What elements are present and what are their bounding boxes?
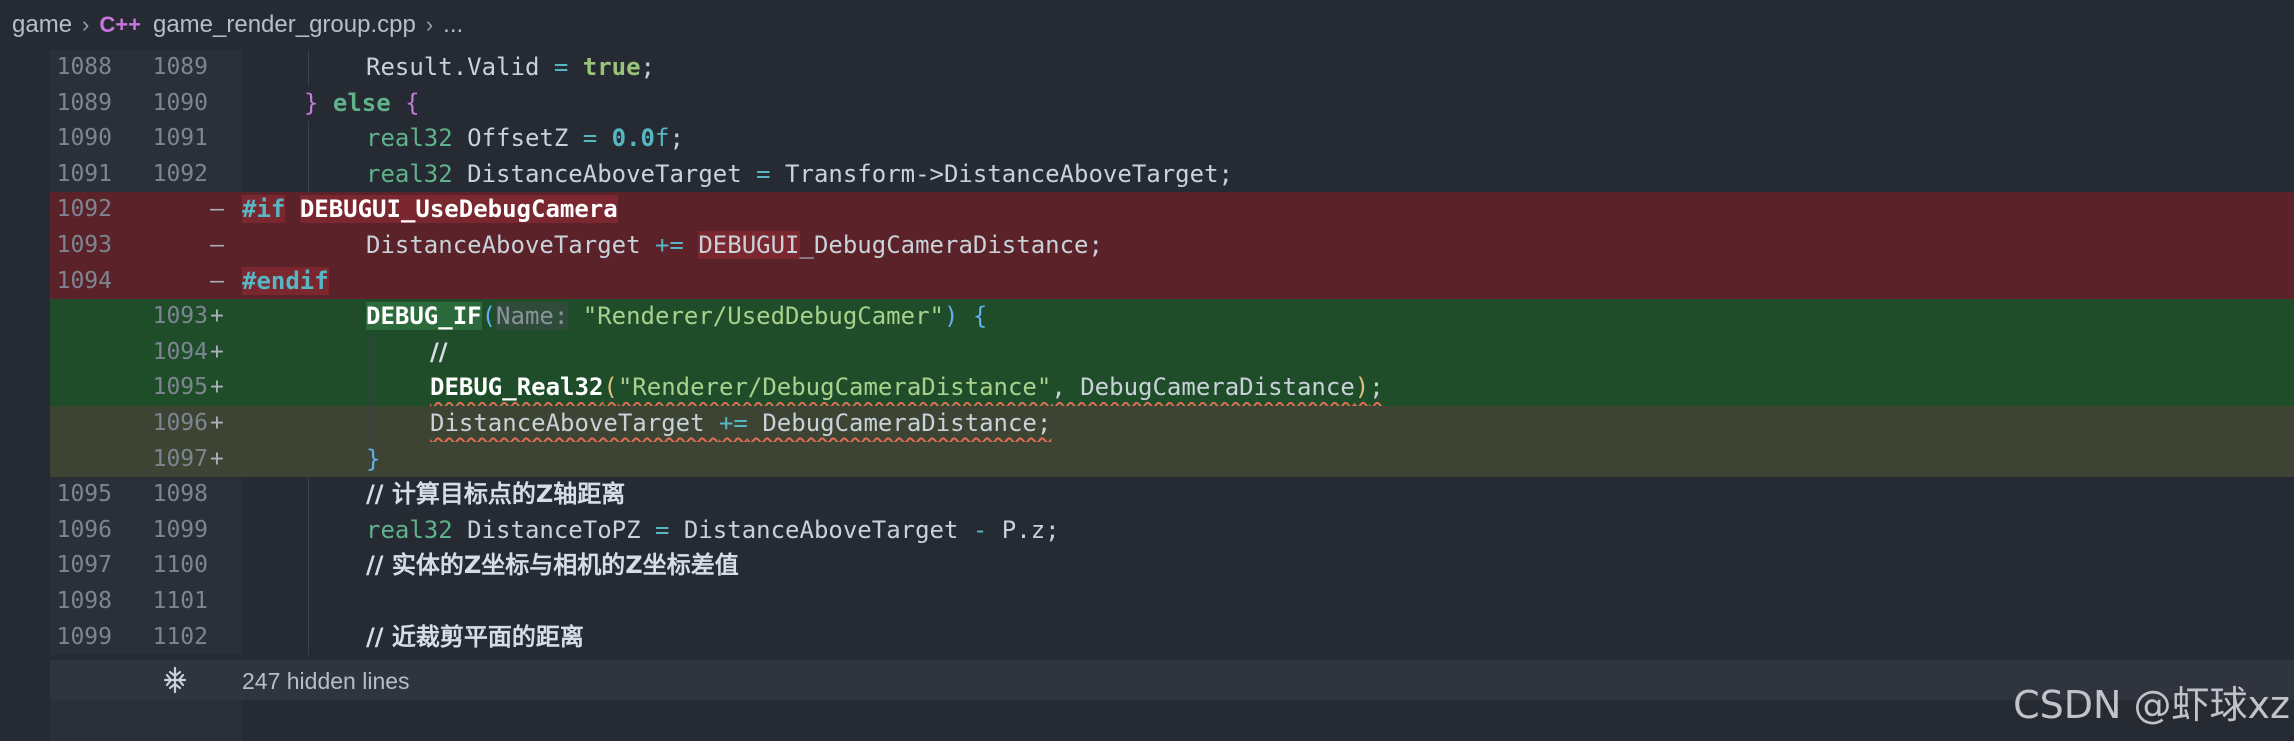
old-line-number: 1093	[56, 232, 112, 258]
diff-marker	[210, 121, 242, 157]
code-text: DistanceAboveTarget += DEBUGUI_DebugCame…	[366, 231, 1103, 259]
diff-marker	[210, 513, 242, 549]
old-line-number: 1095	[56, 481, 112, 508]
watermark: CSDN @虾球xz	[2013, 683, 2290, 727]
old-line-number: 1098	[56, 588, 112, 614]
added-line[interactable]: 1097 + }	[0, 441, 2294, 478]
removed-line[interactable]: 1092 — #if DEBUGUI_UseDebugCamera	[0, 192, 2294, 228]
new-line-number: 1102	[152, 623, 208, 650]
diff-marker	[210, 86, 242, 122]
diff-added-marker: +	[210, 338, 224, 365]
diff-added-marker: +	[210, 410, 224, 436]
chevron-right-icon: ›	[425, 12, 434, 37]
code-text: DistanceAboveTarget += DebugCameraDistan…	[430, 409, 1052, 437]
diff-editor[interactable]: 1088 1089 Result.Valid = true; 1089 1090…	[0, 50, 2294, 660]
removed-line[interactable]: 1094 — #endif	[0, 263, 2294, 300]
unfold-icon[interactable]	[162, 666, 188, 701]
code-line[interactable]: 1096 1099 real32 DistanceToPZ = Distance…	[0, 512, 2294, 549]
code-comment: // 计算目标点的Z轴距离	[366, 480, 626, 509]
old-line-number	[30, 335, 112, 371]
code-text: } else {	[304, 88, 420, 117]
diff-marker	[210, 50, 242, 86]
diff-added-marker: +	[210, 445, 224, 472]
new-line-number: 1089	[152, 54, 208, 80]
code-text: //	[430, 337, 448, 366]
hidden-lines-bar[interactable]: 247 hidden lines	[50, 660, 2294, 700]
hidden-lines-label[interactable]: 247 hidden lines	[242, 668, 410, 695]
diff-removed-marker: —	[210, 232, 224, 258]
code-line[interactable]: 1097 1100 // 实体的Z坐标与相机的Z坐标差值	[0, 548, 2294, 584]
new-line-number: 1090	[152, 89, 208, 116]
diff-added-marker: +	[210, 374, 224, 401]
old-line-number: 1099	[56, 623, 112, 650]
diff-marker	[210, 157, 242, 193]
gutter-empty	[50, 700, 242, 741]
new-line-number: 1096	[152, 410, 208, 436]
new-line-number: 1093	[152, 303, 208, 330]
code-text: }	[366, 444, 381, 473]
old-line-number: 1094	[56, 267, 112, 294]
removed-line[interactable]: 1093 — DistanceAboveTarget += DEBUGUI_De…	[0, 228, 2294, 264]
code-text: real32 DistanceToPZ = DistanceAboveTarge…	[366, 515, 1060, 544]
old-line-number: 1096	[56, 516, 112, 543]
new-line-number: 1092	[152, 160, 208, 187]
code-text: #endif	[242, 266, 329, 295]
code-comment: // 近裁剪平面的距离	[366, 622, 584, 651]
new-line-number: 1094	[152, 338, 208, 365]
new-line-number: 1099	[152, 516, 208, 543]
old-line-number	[30, 299, 112, 335]
new-line-number: 1095	[152, 374, 208, 401]
code-text: DEBUG_IF(Name: "Renderer/UsedDebugCamer"…	[366, 302, 988, 331]
new-line-number: 1098	[152, 481, 208, 508]
code-text: real32 DistanceAboveTarget = Transform->…	[366, 159, 1233, 188]
breadcrumb-file[interactable]: game_render_group.cpp	[153, 11, 416, 39]
code-text: real32 OffsetZ = 0.0f;	[366, 124, 684, 153]
added-line[interactable]: 1094 + //	[0, 334, 2294, 371]
code-comment: // 实体的Z坐标与相机的Z坐标差值	[366, 551, 739, 580]
new-line-number	[130, 192, 208, 228]
code-line[interactable]: 1088 1089 Result.Valid = true;	[0, 50, 2294, 86]
old-line-number: 1089	[56, 89, 112, 116]
breadcrumb-symbols[interactable]: ...	[443, 11, 463, 39]
old-line-number: 1091	[56, 160, 112, 187]
breadcrumb: game › C++ game_render_group.cpp › ...	[0, 0, 2294, 50]
cpp-file-icon: C++	[99, 12, 141, 37]
code-empty	[242, 700, 2294, 741]
code-line[interactable]: 1095 1098 // 计算目标点的Z轴距离	[0, 477, 2294, 513]
code-line[interactable]: 1090 1091 real32 OffsetZ = 0.0f;	[0, 121, 2294, 157]
new-line-number: 1097	[152, 445, 208, 472]
added-line[interactable]: 1093 + DEBUG_IF(Name: "Renderer/UsedDebu…	[0, 299, 2294, 335]
code-line[interactable]: 1091 1092 real32 DistanceAboveTarget = T…	[0, 156, 2294, 193]
code-line[interactable]: 1099 1102 // 近裁剪平面的距离	[0, 619, 2294, 656]
old-line-number: 1097	[56, 552, 112, 579]
added-line[interactable]: 1095 + DEBUG_Real32("Renderer/DebugCamer…	[0, 370, 2294, 406]
code-line[interactable]: 1089 1090 } else {	[0, 85, 2294, 122]
diff-marker	[210, 620, 242, 656]
diff-removed-marker: —	[210, 267, 224, 294]
parameter-hint: Name:	[496, 302, 569, 331]
old-line-number	[30, 406, 112, 442]
diff-marker	[210, 477, 242, 513]
new-line-number: 1100	[152, 552, 208, 579]
diff-added-marker: +	[210, 303, 224, 330]
diff-marker	[210, 584, 242, 620]
code-line[interactable]: 1098 1101	[0, 584, 2294, 620]
diff-marker	[210, 548, 242, 584]
new-line-number: 1091	[152, 125, 208, 152]
added-line[interactable]: 1096 + DistanceAboveTarget += DebugCamer…	[0, 406, 2294, 442]
new-line-number	[130, 228, 208, 264]
breadcrumb-folder[interactable]: game	[12, 11, 72, 39]
old-line-number: 1092	[56, 196, 112, 223]
code-text: #if DEBUGUI_UseDebugCamera	[242, 195, 618, 224]
old-line-number	[30, 442, 112, 478]
old-line-number: 1088	[56, 54, 112, 80]
old-line-number: 1090	[56, 125, 112, 152]
code-text: DEBUG_Real32("Renderer/DebugCameraDistan…	[430, 373, 1384, 402]
diff-removed-marker: —	[210, 196, 224, 223]
new-line-number: 1101	[152, 588, 208, 614]
new-line-number	[130, 264, 208, 300]
chevron-right-icon: ›	[82, 12, 90, 37]
old-line-number	[30, 370, 112, 406]
code-text: Result.Valid = true;	[366, 53, 655, 81]
